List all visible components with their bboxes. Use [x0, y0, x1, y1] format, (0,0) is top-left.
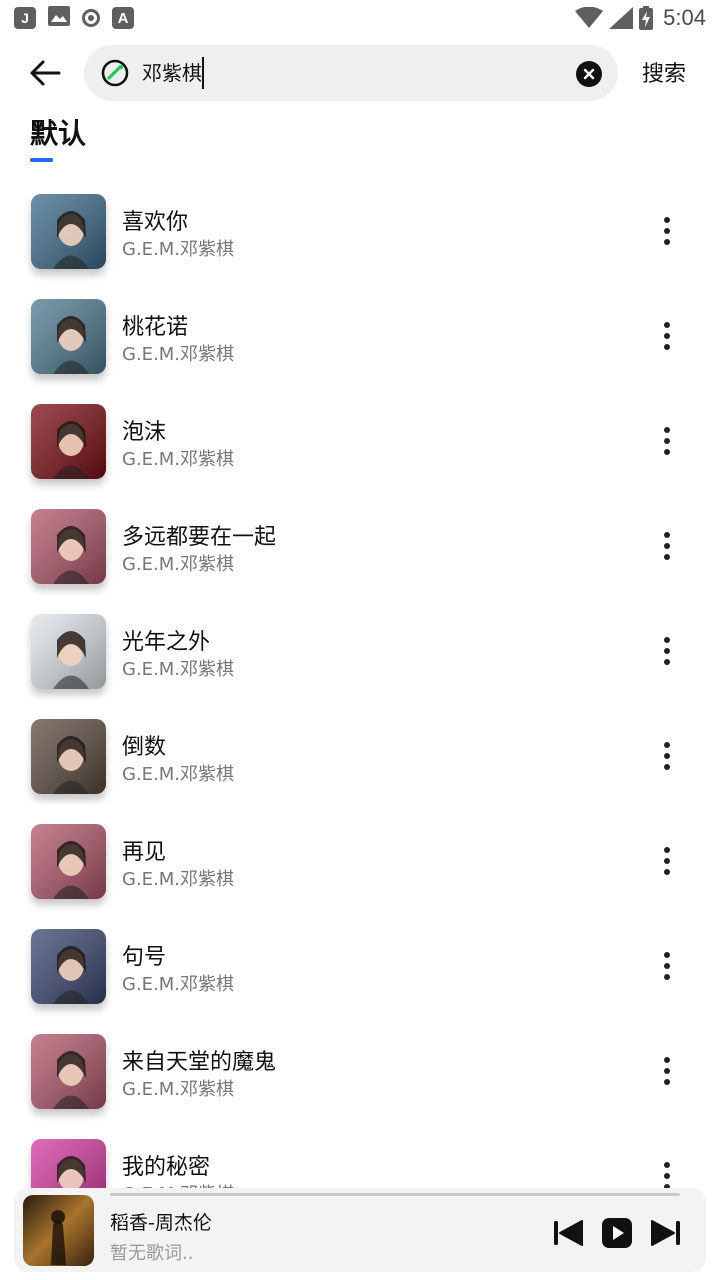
song-title: 我的秘密	[122, 1155, 211, 1180]
more-vert-icon	[664, 742, 670, 748]
tab-indicator	[30, 158, 53, 162]
album-cover[interactable]	[31, 509, 106, 584]
song-artist: G.E.M.邓紫棋	[122, 1079, 235, 1100]
song-title: 来自天堂的魔鬼	[122, 1050, 277, 1075]
album-cover[interactable]	[31, 194, 106, 269]
album-cover[interactable]	[31, 1139, 106, 1190]
previous-button[interactable]	[552, 1218, 584, 1248]
song-row[interactable]: 句号 G.E.M.邓紫棋	[0, 913, 720, 1018]
more-vert-icon	[664, 532, 670, 538]
song-artist: G.E.M.邓紫棋	[122, 554, 235, 575]
more-vert-icon	[664, 1162, 670, 1168]
now-playing-title: 稻香-周杰伦	[110, 1212, 212, 1234]
search-box[interactable]: 邓紫棋	[84, 45, 618, 101]
music-app-logo-icon	[101, 59, 129, 87]
next-button[interactable]	[650, 1218, 682, 1248]
more-options-button[interactable]	[656, 1159, 678, 1190]
album-cover[interactable]	[31, 1034, 106, 1109]
more-options-button[interactable]	[656, 739, 678, 773]
more-vert-icon	[664, 847, 670, 853]
more-options-button[interactable]	[656, 634, 678, 668]
song-title: 再见	[122, 840, 167, 865]
clear-search-button[interactable]	[576, 61, 602, 87]
more-options-button[interactable]	[656, 529, 678, 563]
song-row[interactable]: 桃花诺 G.E.M.邓紫棋	[0, 283, 720, 388]
signal-icon	[609, 7, 634, 29]
song-artist: G.E.M.邓紫棋	[122, 869, 235, 890]
close-icon	[583, 68, 595, 80]
j-app-icon: J	[14, 7, 36, 29]
song-artist: G.E.M.邓紫棋	[122, 344, 235, 365]
song-row[interactable]: 多远都要在一起 G.E.M.邓紫棋	[0, 493, 720, 598]
song-title: 桃花诺	[122, 315, 189, 340]
play-icon	[602, 1218, 632, 1248]
song-artist: G.E.M.邓紫棋	[122, 449, 235, 470]
playback-progress-bar[interactable]	[110, 1193, 680, 1196]
now-playing-lyric: 暂无歌词..	[110, 1243, 194, 1264]
wifi-icon	[575, 7, 604, 28]
more-options-button[interactable]	[656, 844, 678, 878]
more-vert-icon	[664, 1057, 670, 1063]
song-title: 倒数	[122, 735, 167, 760]
tab-default[interactable]: 默认	[30, 112, 86, 152]
more-vert-icon	[664, 322, 670, 328]
album-cover[interactable]	[31, 404, 106, 479]
album-cover[interactable]	[31, 299, 106, 374]
song-artist: G.E.M.邓紫棋	[122, 974, 235, 995]
more-options-button[interactable]	[656, 319, 678, 353]
play-button[interactable]	[602, 1218, 634, 1248]
song-title: 光年之外	[122, 630, 211, 655]
song-title: 泡沫	[122, 420, 167, 445]
search-input[interactable]: 邓紫棋	[142, 57, 204, 89]
album-cover[interactable]	[31, 824, 106, 899]
more-options-button[interactable]	[656, 214, 678, 248]
album-cover[interactable]	[31, 929, 106, 1004]
song-row[interactable]: 倒数 G.E.M.邓紫棋	[0, 703, 720, 808]
song-row[interactable]: 光年之外 G.E.M.邓紫棋	[0, 598, 720, 703]
back-button[interactable]	[22, 52, 68, 94]
record-icon	[82, 9, 100, 27]
song-title: 喜欢你	[122, 210, 189, 235]
more-options-button[interactable]	[656, 1054, 678, 1088]
song-row[interactable]: 再见 G.E.M.邓紫棋	[0, 808, 720, 913]
song-row[interactable]: 泡沫 G.E.M.邓紫棋	[0, 388, 720, 493]
song-list: 喜欢你 G.E.M.邓紫棋 桃花诺 G.E.M.邓紫棋 泡沫 G.E.M.邓紫棋 多远都要在…	[0, 178, 720, 1190]
status-time: 5:04	[663, 5, 706, 30]
album-cover[interactable]	[31, 719, 106, 794]
skip-previous-icon	[554, 1220, 583, 1246]
song-artist: G.E.M.邓紫棋	[122, 239, 235, 260]
song-row[interactable]: 我的秘密G.E.M.邓紫棋	[0, 1123, 720, 1190]
song-title: 句号	[122, 945, 167, 970]
more-options-button[interactable]	[656, 949, 678, 983]
song-artist: G.E.M.邓紫棋	[122, 659, 235, 680]
more-vert-icon	[664, 637, 670, 643]
song-title: 多远都要在一起	[122, 525, 277, 550]
more-options-button[interactable]	[656, 424, 678, 458]
status-bar: J A 5:04	[0, 0, 720, 36]
song-artist: G.E.M.邓紫棋	[122, 764, 235, 785]
more-vert-icon	[664, 427, 670, 433]
image-icon	[48, 6, 70, 30]
song-row[interactable]: 来自天堂的魔鬼 G.E.M.邓紫棋	[0, 1018, 720, 1123]
more-vert-icon	[664, 952, 670, 958]
now-playing-cover[interactable]	[23, 1195, 94, 1266]
font-a-icon: A	[112, 7, 134, 29]
battery-charging-icon	[639, 6, 654, 30]
search-button[interactable]: 搜索	[642, 56, 686, 88]
more-vert-icon	[664, 217, 670, 223]
arrow-left-icon	[30, 60, 61, 86]
skip-next-icon	[651, 1220, 680, 1246]
song-row[interactable]: 喜欢你 G.E.M.邓紫棋	[0, 178, 720, 283]
album-cover[interactable]	[31, 614, 106, 689]
mini-player[interactable]: 稻香-周杰伦 暂无歌词..	[14, 1188, 706, 1272]
search-header: 邓紫棋 搜索	[0, 40, 720, 106]
